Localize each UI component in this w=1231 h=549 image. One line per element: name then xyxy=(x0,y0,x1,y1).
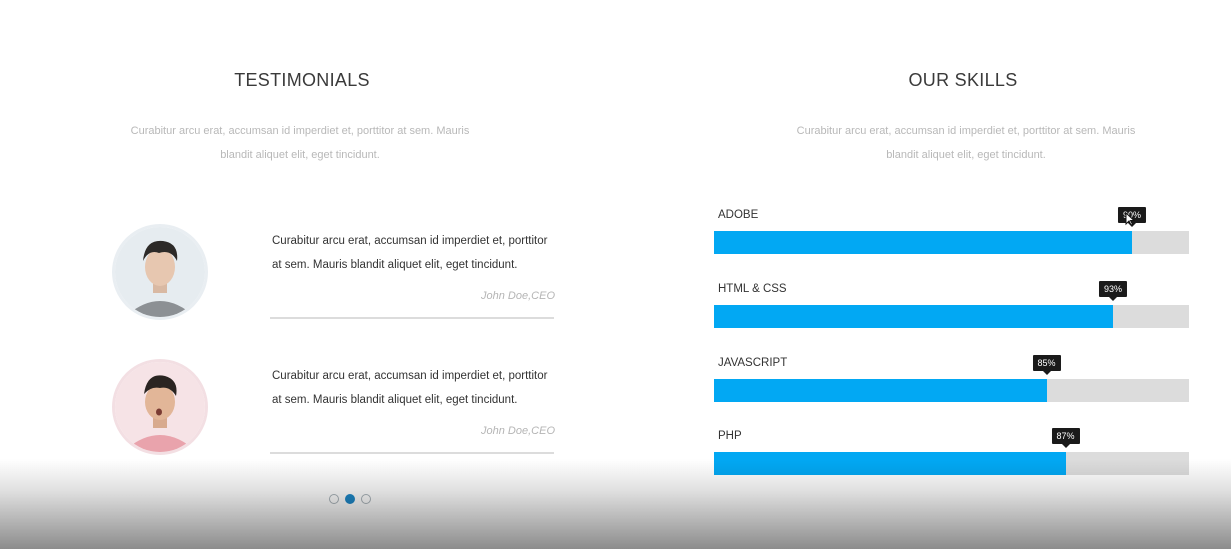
testimonials-subtitle: Curabitur arcu erat, accumsan id imperdi… xyxy=(100,119,500,167)
skill-percent-tooltip: 87% xyxy=(1051,428,1080,448)
skill-bar: PHP 87% xyxy=(714,428,1189,480)
divider xyxy=(270,317,554,319)
skill-track xyxy=(714,231,1189,254)
testimonial-author: John Doe,CEO xyxy=(481,290,555,302)
skill-name: ADOBE xyxy=(718,209,759,221)
mouse-cursor-icon xyxy=(1125,212,1135,226)
carousel-pagination xyxy=(329,494,371,504)
skills-title: OUR SKILLS xyxy=(908,70,1018,90)
carousel-dot-active[interactable] xyxy=(345,494,355,504)
skill-track xyxy=(714,305,1189,328)
skill-name: JAVASCRIPT xyxy=(718,357,788,369)
skill-percent-tooltip: 85% xyxy=(1032,355,1061,375)
skill-fill xyxy=(714,305,1113,328)
skill-fill xyxy=(714,452,1066,475)
testimonials-subtitle-line-1: Curabitur arcu erat, accumsan id imperdi… xyxy=(130,125,470,137)
avatar xyxy=(112,359,208,455)
skill-track xyxy=(714,452,1189,475)
testimonial-text: Curabitur arcu erat, accumsan id imperdi… xyxy=(272,370,548,406)
skill-track xyxy=(714,379,1189,402)
avatar xyxy=(112,224,208,320)
testimonial-author: John Doe,CEO xyxy=(481,425,555,437)
skill-bar: JAVASCRIPT 85% xyxy=(714,355,1189,407)
skill-bar: HTML & CSS 93% xyxy=(714,281,1189,333)
skill-bar: ADOBE 90% xyxy=(714,207,1189,259)
carousel-dot[interactable] xyxy=(329,494,339,504)
skills-subtitle-line-1: Curabitur arcu erat, accumsan id imperdi… xyxy=(796,125,1136,137)
testimonial-text: Curabitur arcu erat, accumsan id imperdi… xyxy=(272,235,548,271)
avatar-photo-1 xyxy=(115,227,205,317)
skills-subtitle-line-2: blandit aliquet elit, eget tincidunt. xyxy=(886,149,1046,161)
testimonial-item: Curabitur arcu erat, accumsan id imperdi… xyxy=(112,359,557,459)
skill-fill xyxy=(714,231,1132,254)
skill-name: PHP xyxy=(718,430,742,442)
avatar-photo-2 xyxy=(115,362,205,452)
skill-name: HTML & CSS xyxy=(718,283,787,295)
skills-subtitle: Curabitur arcu erat, accumsan id imperdi… xyxy=(766,119,1166,167)
divider xyxy=(270,452,554,454)
carousel-dot[interactable] xyxy=(361,494,371,504)
skill-percent-tooltip: 93% xyxy=(1098,281,1128,301)
testimonials-title: TESTIMONIALS xyxy=(234,70,370,90)
testimonial-item: Curabitur arcu erat, accumsan id imperdi… xyxy=(112,224,557,324)
skill-fill xyxy=(714,379,1047,402)
testimonials-subtitle-line-2: blandit aliquet elit, eget tincidunt. xyxy=(220,149,380,161)
